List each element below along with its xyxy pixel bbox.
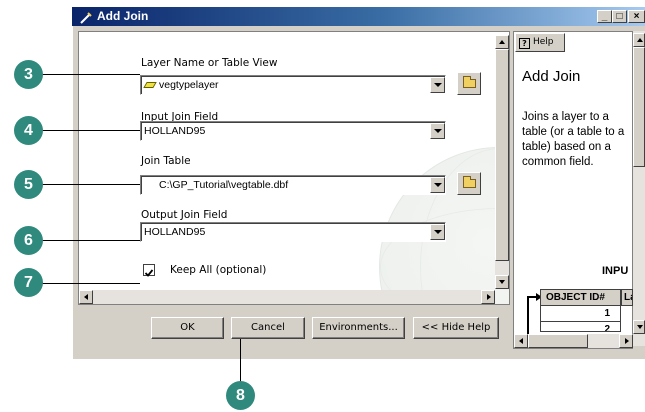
join-table-browse-button[interactable] [457,172,481,195]
keep-all-checkbox[interactable] [143,264,155,277]
tool-icon [80,11,92,24]
folder-icon [463,176,476,188]
callout-7: 7 [14,268,43,297]
help-scroll-right-button[interactable] [619,334,633,348]
table-header-objectid: OBJECT ID# [540,289,621,306]
input-join-field-dropdown[interactable]: HOLLAND95 [140,121,446,141]
help-scroll-thumb[interactable] [633,47,645,167]
callout-5: 5 [14,170,43,199]
callout-line-8 [240,339,241,385]
scroll-left-button[interactable] [79,290,93,304]
scroll-up-button[interactable] [495,35,509,49]
output-join-field-value: HOLLAND95 [144,226,206,238]
help-scroll-up-button[interactable] [633,33,645,47]
layer-browse-button[interactable] [457,72,481,95]
output-join-field-dropdown[interactable]: HOLLAND95 [140,222,446,242]
help-section-heading: INPU [602,265,629,277]
input-join-field-arrow[interactable] [430,123,445,139]
close-button[interactable]: × [628,10,645,23]
table-header-layer: La [621,289,633,306]
callout-line-4 [35,130,140,131]
layer-value: vegtypelayer [159,79,219,91]
help-icon: ? [519,38,530,49]
help-description: Joins a layer to a table (or a table to … [522,111,625,168]
folder-icon [463,76,476,88]
ok-button[interactable]: OK [151,317,224,339]
callout-4: 4 [14,116,43,145]
window-title: Add Join [97,9,149,23]
layer-dropdown[interactable]: vegtypelayer [140,75,446,95]
table-row: 1 [540,306,621,322]
scroll-down-button[interactable] [495,275,509,289]
help-hscroll-thumb[interactable] [528,334,588,348]
help-scroll-left-button[interactable] [514,334,528,348]
join-table-value: C:\GP_Tutorial\vegtable.dbf [159,179,289,191]
layer-icon [143,82,157,88]
environments-button[interactable]: Environments... [312,317,405,339]
help-title: Add Join [522,68,581,85]
callout-line-6 [35,240,140,241]
join-table-arrow[interactable] [430,177,445,193]
hide-help-button[interactable]: << Hide Help [413,317,499,339]
help-tab[interactable]: ? Help [515,33,565,52]
callout-line-5 [35,184,140,185]
layer-label: Layer Name or Table View [141,57,278,69]
output-join-field-label: Output Join Field [141,209,228,221]
keep-all-label: Keep All (optional) [170,264,267,276]
cancel-button[interactable]: Cancel [231,317,305,339]
callout-line-7 [35,283,140,284]
callout-line-3 [35,74,140,75]
output-join-field-arrow[interactable] [430,224,445,240]
checkmark-icon [144,269,154,277]
callout-6: 6 [14,226,43,255]
join-table-label: Join Table [141,155,191,167]
join-table-dropdown[interactable]: C:\GP_Tutorial\vegtable.dbf [140,175,446,195]
table-row: 2 [540,322,621,332]
panel-horizontal-scrollbar[interactable] [79,290,495,304]
maximize-button[interactable]: □ [612,10,627,23]
layer-dropdown-arrow[interactable] [430,77,445,93]
minimize-button[interactable]: _ [597,10,612,23]
help-scroll-down-button[interactable] [633,320,645,334]
callout-8: 8 [226,381,255,410]
scroll-thumb[interactable] [495,49,509,261]
callout-3: 3 [14,60,43,89]
input-join-field-value: HOLLAND95 [144,125,206,137]
help-tab-label: Help [533,37,554,47]
title-bar[interactable] [72,7,645,26]
scroll-right-button[interactable] [481,290,495,304]
